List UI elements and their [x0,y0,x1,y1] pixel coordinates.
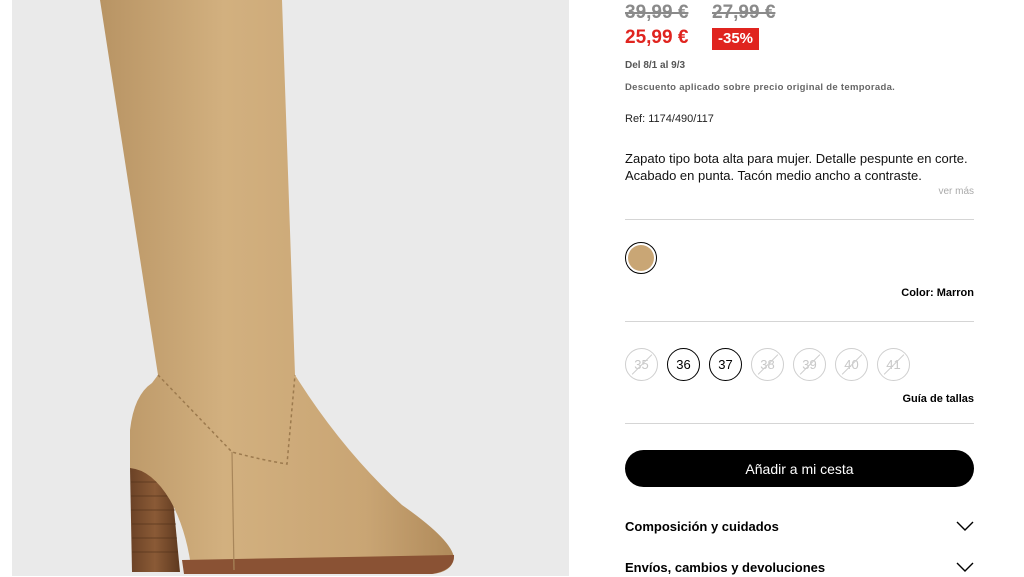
product-info-panel: 39,99 € 27,99 € 25,99 € -35% Del 8/1 al … [625,0,974,576]
size-guide-link[interactable]: Guía de tallas [902,393,974,405]
current-price: 25,99 € [625,27,689,48]
add-to-cart-button[interactable]: Añadir a mi cesta [625,450,974,487]
see-more-link[interactable]: ver más [938,186,974,197]
chevron-down-icon [956,562,974,572]
product-image [12,0,569,576]
divider [625,219,974,220]
original-price: 39,99 € [625,2,689,23]
size-option[interactable]: 36 [667,348,700,381]
discount-badge: -35% [712,28,760,50]
color-swatch-marron[interactable] [625,242,657,274]
accordion-label: Envíos, cambios y devoluciones [625,559,826,575]
divider [625,321,974,322]
product-ref: Ref: 1174/490/117 [625,113,714,125]
chevron-down-icon [956,521,974,531]
divider [625,423,974,424]
size-option[interactable]: 40 [835,348,868,381]
size-option[interactable]: 39 [793,348,826,381]
accordion-composition[interactable]: Composición y cuidados [625,516,974,536]
size-option[interactable]: 41 [877,348,910,381]
size-selector: 35 36 37 38 39 40 41 [625,348,910,381]
color-label: Color: Marron [901,287,974,299]
accordion-label: Composición y cuidados [625,518,779,534]
product-description: Zapato tipo bota alta para mujer. Detall… [625,151,968,183]
accordion-shipping[interactable]: Envíos, cambios y devoluciones [625,557,974,577]
previous-price: 27,99 € [712,2,776,23]
discount-note: Descuento aplicado sobre precio original… [625,82,896,93]
size-option[interactable]: 37 [709,348,742,381]
size-option[interactable]: 38 [751,348,784,381]
boot-illustration [100,0,455,574]
swatch-fill [628,245,654,271]
size-option[interactable]: 35 [625,348,658,381]
promo-dates: Del 8/1 al 9/3 [625,60,686,71]
